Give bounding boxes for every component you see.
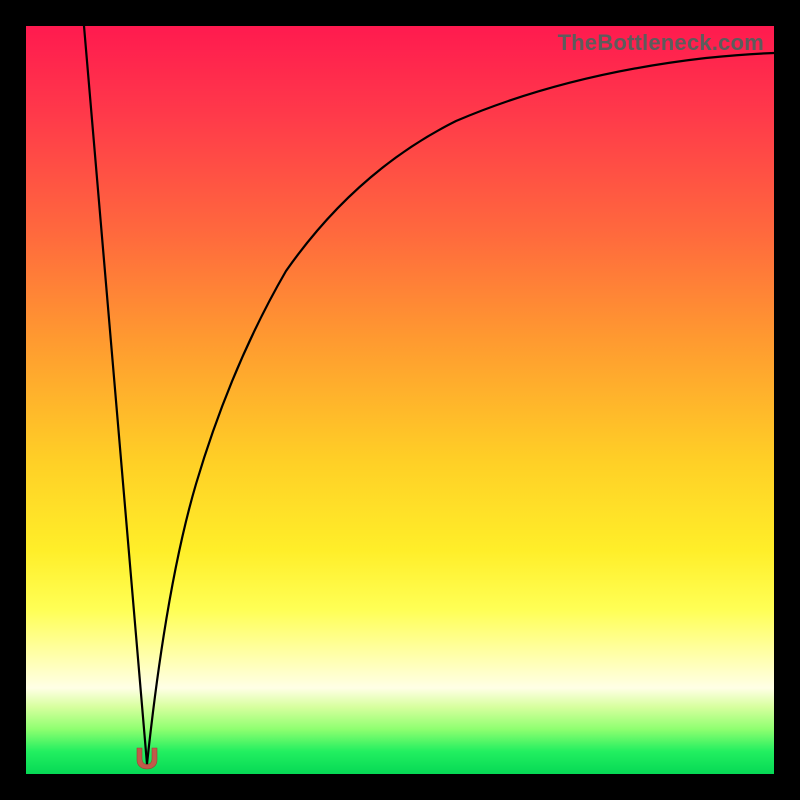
curve-right-branch xyxy=(147,53,774,764)
bottleneck-curve xyxy=(26,26,774,774)
curve-left-branch xyxy=(84,26,147,764)
chart-plot-area: TheBottleneck.com xyxy=(26,26,774,774)
